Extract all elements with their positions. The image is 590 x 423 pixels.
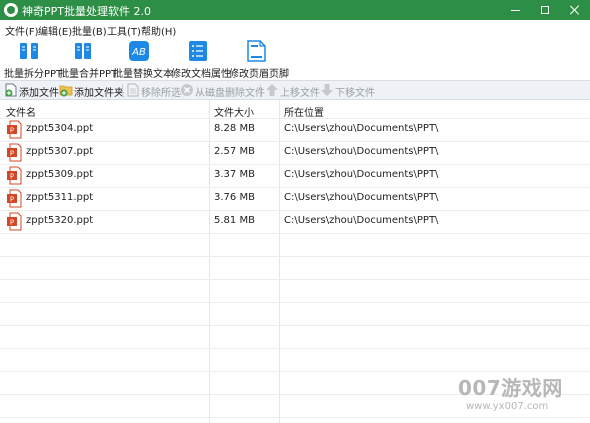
add-file-icon [5,83,17,97]
header-footer-button[interactable]: 修改页眉页脚 [228,38,289,80]
file-size: 3.76 MB [214,192,255,203]
window-title: 神奇PPT批量处理软件 2.0 [22,5,151,18]
remove-selected-button[interactable]: 移除所选 [126,83,181,99]
column-header-location[interactable]: 所在位置 [284,104,324,119]
move-up-icon [266,84,278,96]
row-divider [0,417,590,418]
split-ppt-label: 批量拆分PPT [4,69,63,80]
merge-ppt-label: 批量合并PPT [59,69,118,80]
file-location: C:\Users\zhou\Documents\PPT\ [284,215,439,226]
file-size: 8.28 MB [214,123,255,134]
file-name: zppt5304.ppt [26,123,94,134]
move-down-label: 下移文件 [335,88,375,99]
table-row[interactable]: P zppt5309.ppt 3.37 MB C:\Users\zhou\Doc… [0,164,590,187]
document-properties-label: 修改文档属性 [171,69,231,80]
main-toolbar: 批量拆分PPT 批量合并PPT AB 批量替换文本 修改文档属性 修改页眉页脚 [0,38,590,80]
separator [122,84,123,97]
menu-file[interactable]: 文件(F) [5,23,39,38]
file-location: C:\Users\zhou\Documents\PPT\ [284,123,439,134]
svg-text:P: P [10,219,14,227]
app-logo-icon [4,3,18,17]
minimize-icon [510,9,520,11]
ppt-file-icon: P [7,143,22,162]
replace-text-icon: AB [129,41,149,61]
table-row[interactable]: P zppt5320.ppt 5.81 MB C:\Users\zhou\Doc… [0,210,590,233]
file-name: zppt5307.ppt [26,146,94,157]
table-row[interactable]: P zppt5311.ppt 3.76 MB C:\Users\zhou\Doc… [0,187,590,210]
document-properties-button[interactable]: 修改文档属性 [170,38,231,80]
move-down-icon [321,84,333,96]
menu-bar: 文件(F) 编辑(E) 批量(B) 工具(T) 帮助(H) [0,20,590,38]
file-name: zppt5320.ppt [26,215,94,226]
add-folder-label: 添加文件夹 [74,88,124,99]
menu-tools[interactable]: 工具(T) [107,23,141,38]
document-properties-icon [189,41,207,61]
split-ppt-button[interactable]: 批量拆分PPT [3,38,62,80]
ppt-file-icon: P [7,189,22,208]
row-divider [0,325,590,326]
ppt-file-icon: P [7,212,22,231]
table-row[interactable]: P zppt5307.ppt 2.57 MB C:\Users\zhou\Doc… [0,141,590,164]
svg-text:AB: AB [131,47,146,58]
svg-text:P: P [10,196,14,204]
action-bar: 添加文件 添加文件夹 移除所选 从磁盘删除文件 上移文件 下移文件 [0,80,590,100]
maximize-button[interactable] [530,0,560,20]
minimize-button[interactable] [500,0,530,20]
move-up-button[interactable]: 上移文件 [265,83,320,99]
delete-from-disk-icon [181,84,193,96]
remove-selected-icon [127,83,139,97]
separator [260,84,261,97]
move-down-button[interactable]: 下移文件 [320,83,375,99]
replace-text-label: 批量替换文本 [113,69,173,80]
column-header-name[interactable]: 文件名 [6,104,36,119]
split-ppt-icon [20,43,38,59]
file-name: zppt5309.ppt [26,169,94,180]
file-size: 2.57 MB [214,146,255,157]
column-header-size[interactable]: 文件大小 [214,104,254,119]
file-size: 3.37 MB [214,169,255,180]
add-folder-icon [59,85,73,97]
header-footer-icon [247,40,266,62]
move-up-label: 上移文件 [280,88,320,99]
header-footer-label: 修改页眉页脚 [229,69,289,80]
add-file-label: 添加文件 [19,88,59,99]
merge-ppt-button[interactable]: 批量合并PPT [58,38,117,80]
file-location: C:\Users\zhou\Documents\PPT\ [284,192,439,203]
replace-text-button[interactable]: AB 批量替换文本 [112,38,173,80]
svg-text:P: P [10,150,14,158]
add-folder-button[interactable]: 添加文件夹 [59,83,124,99]
row-divider [0,279,590,280]
remove-selected-label: 移除所选 [141,88,181,99]
row-divider [0,302,590,303]
ppt-file-icon: P [7,120,22,139]
table-row[interactable]: P zppt5304.ppt 8.28 MB C:\Users\zhou\Doc… [0,118,590,141]
file-location: C:\Users\zhou\Documents\PPT\ [284,146,439,157]
row-divider [0,233,590,234]
ppt-file-icon: P [7,166,22,185]
row-divider [0,348,590,349]
file-location: C:\Users\zhou\Documents\PPT\ [284,169,439,180]
close-button[interactable] [560,0,590,20]
delete-from-disk-button[interactable]: 从磁盘删除文件 [180,83,265,99]
maximize-icon [541,6,549,14]
file-size: 5.81 MB [214,215,255,226]
watermark-main: 007游戏网 [458,376,563,400]
menu-batch[interactable]: 批量(B) [72,23,107,38]
watermark-url: www.yx007.com [466,401,549,412]
close-icon [570,5,580,15]
row-divider [0,256,590,257]
title-bar: 神奇PPT批量处理软件 2.0 [0,0,590,20]
svg-text:P: P [10,127,14,135]
watermark: 007游戏网 www.yx007.com [458,372,584,412]
file-name: zppt5311.ppt [26,192,94,203]
menu-edit[interactable]: 编辑(E) [38,23,72,38]
menu-help[interactable]: 帮助(H) [141,23,176,38]
merge-ppt-icon [75,43,91,59]
delete-from-disk-label: 从磁盘删除文件 [195,88,265,99]
add-file-button[interactable]: 添加文件 [4,83,59,99]
svg-text:P: P [10,173,14,181]
